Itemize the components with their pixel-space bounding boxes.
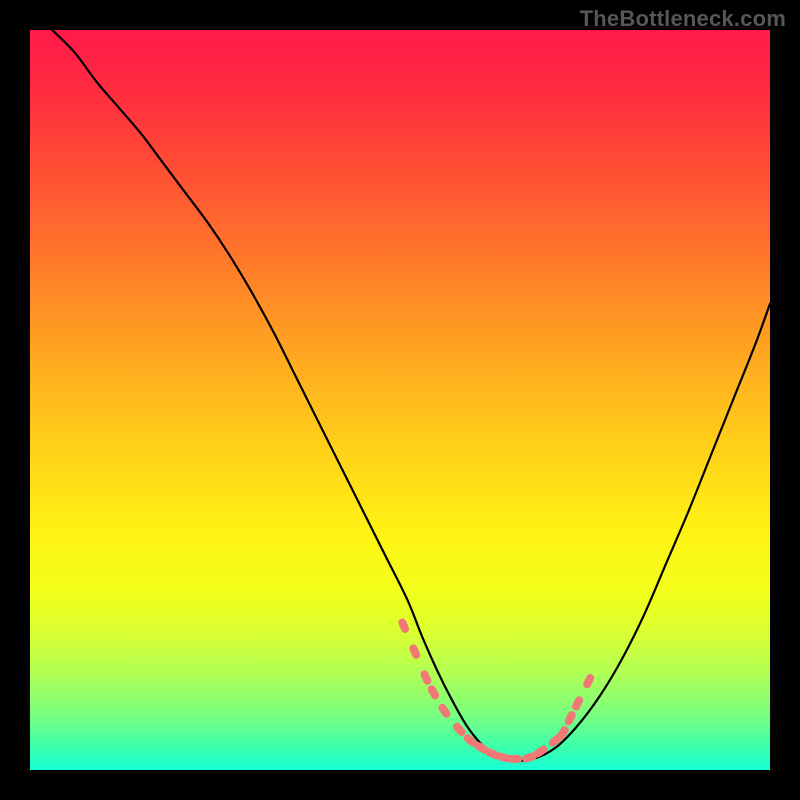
chart-container: TheBottleneck.com xyxy=(0,0,800,800)
ideal-match-marker xyxy=(582,673,595,689)
ideal-match-marker xyxy=(398,618,410,634)
ideal-match-marker xyxy=(556,725,570,741)
ideal-match-marker xyxy=(420,670,432,686)
ideal-match-marker xyxy=(533,745,549,759)
ideal-match-marker xyxy=(409,644,421,660)
ideal-match-marker xyxy=(571,696,584,712)
ideal-match-marker xyxy=(438,703,452,718)
watermark-text: TheBottleneck.com xyxy=(580,6,786,32)
plot-area xyxy=(30,30,770,770)
ideal-match-marker xyxy=(564,710,577,726)
curve-svg xyxy=(30,30,770,770)
ideal-match-marker xyxy=(427,684,440,700)
marker-group xyxy=(398,618,595,763)
ideal-match-marker xyxy=(508,755,522,762)
